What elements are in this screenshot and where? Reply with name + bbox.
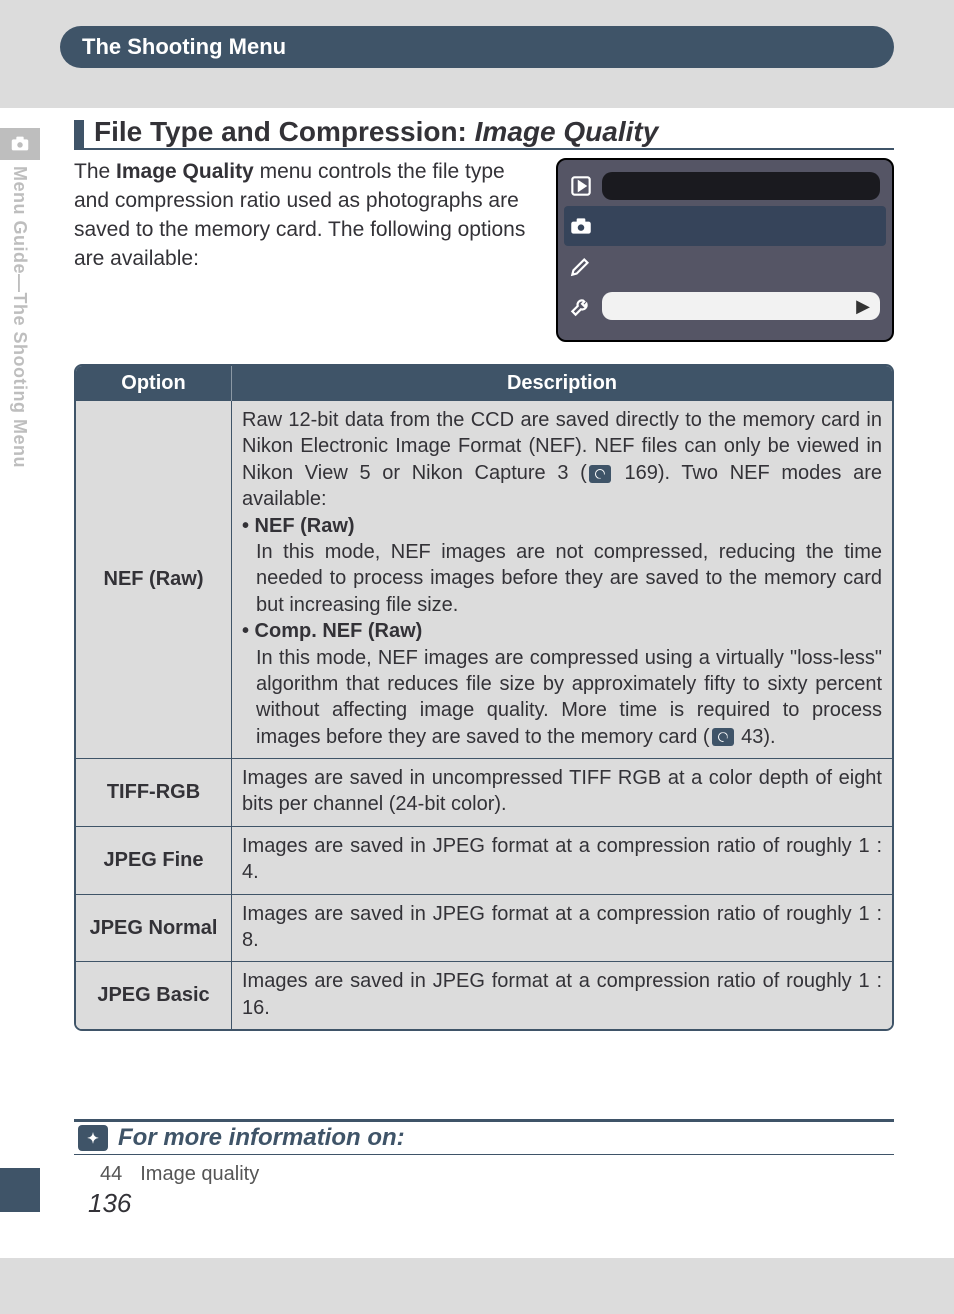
option-cell: JPEG Basic <box>76 962 232 1029</box>
menu-row-custom <box>564 246 886 286</box>
wrench-icon <box>568 293 594 319</box>
section-title: File Type and Compression: Image Quality <box>94 116 658 148</box>
page-ref-icon <box>712 728 734 746</box>
page-number: 136 <box>88 1188 894 1219</box>
description-cell: Images are saved in uncompressed TIFF RG… <box>232 759 892 826</box>
menu-row-playback <box>564 166 886 206</box>
header-tab: The Shooting Menu <box>60 26 894 68</box>
page-ref-icon <box>589 465 611 483</box>
table-row: NEF (Raw) Raw 12-bit data from the CCD a… <box>76 401 892 758</box>
camera-mode-icon <box>0 128 40 160</box>
table-row: JPEG Fine Images are saved in JPEG forma… <box>76 826 892 894</box>
more-info-section: ✦ For more information on: 44 Image qual… <box>74 1119 894 1219</box>
table-header-row: Option Description <box>76 366 892 401</box>
intro-pre: The <box>74 160 116 183</box>
pencil-icon <box>568 253 594 279</box>
table-row: JPEG Basic Images are saved in JPEG form… <box>76 961 892 1029</box>
section-title-italic: Image Quality <box>475 116 659 147</box>
option-cell: JPEG Normal <box>76 895 232 962</box>
option-cell: NEF (Raw) <box>76 401 232 758</box>
camera-menu-screenshot: ▶ <box>556 158 894 342</box>
more-info-line: 44 Image quality <box>74 1155 894 1186</box>
more-info-title: For more information on: <box>118 1124 405 1152</box>
more-info-page: 44 <box>100 1163 122 1186</box>
intro-paragraph: The Image Quality menu controls the file… <box>74 158 538 342</box>
menu-row-setup: ▶ <box>564 286 886 326</box>
title-tick <box>74 120 84 148</box>
menu-arrow-right-icon: ▶ <box>856 296 870 317</box>
option-cell: JPEG Fine <box>76 827 232 894</box>
option-cell: TIFF-RGB <box>76 759 232 826</box>
intro-bold: Image Quality <box>116 160 254 183</box>
info-reference-icon: ✦ <box>78 1125 108 1151</box>
left-vertical-strip: Menu Guide—The Shooting Menu <box>0 128 40 1128</box>
description-cell: Images are saved in JPEG format at a com… <box>232 895 892 962</box>
table-row: JPEG Normal Images are saved in JPEG for… <box>76 894 892 962</box>
header-tab-title: The Shooting Menu <box>82 34 286 60</box>
left-accent-block <box>0 1168 40 1212</box>
vertical-guide-text: Menu Guide—The Shooting Menu <box>9 166 30 468</box>
playback-icon <box>568 173 594 199</box>
description-cell: Raw 12-bit data from the CCD are saved d… <box>232 401 892 758</box>
table-row: TIFF-RGB Images are saved in uncompresse… <box>76 758 892 826</box>
menu-row-shooting <box>564 206 886 246</box>
th-description: Description <box>232 366 892 401</box>
more-info-topic: Image quality <box>140 1163 259 1186</box>
th-option: Option <box>76 366 232 401</box>
section-title-prefix: File Type and Compression: <box>94 116 475 147</box>
description-cell: Images are saved in JPEG format at a com… <box>232 827 892 894</box>
section-title-row: File Type and Compression: Image Quality <box>74 116 894 150</box>
options-table: Option Description NEF (Raw) Raw 12-bit … <box>74 364 894 1031</box>
shooting-camera-icon <box>568 213 594 239</box>
description-cell: Images are saved in JPEG format at a com… <box>232 962 892 1029</box>
